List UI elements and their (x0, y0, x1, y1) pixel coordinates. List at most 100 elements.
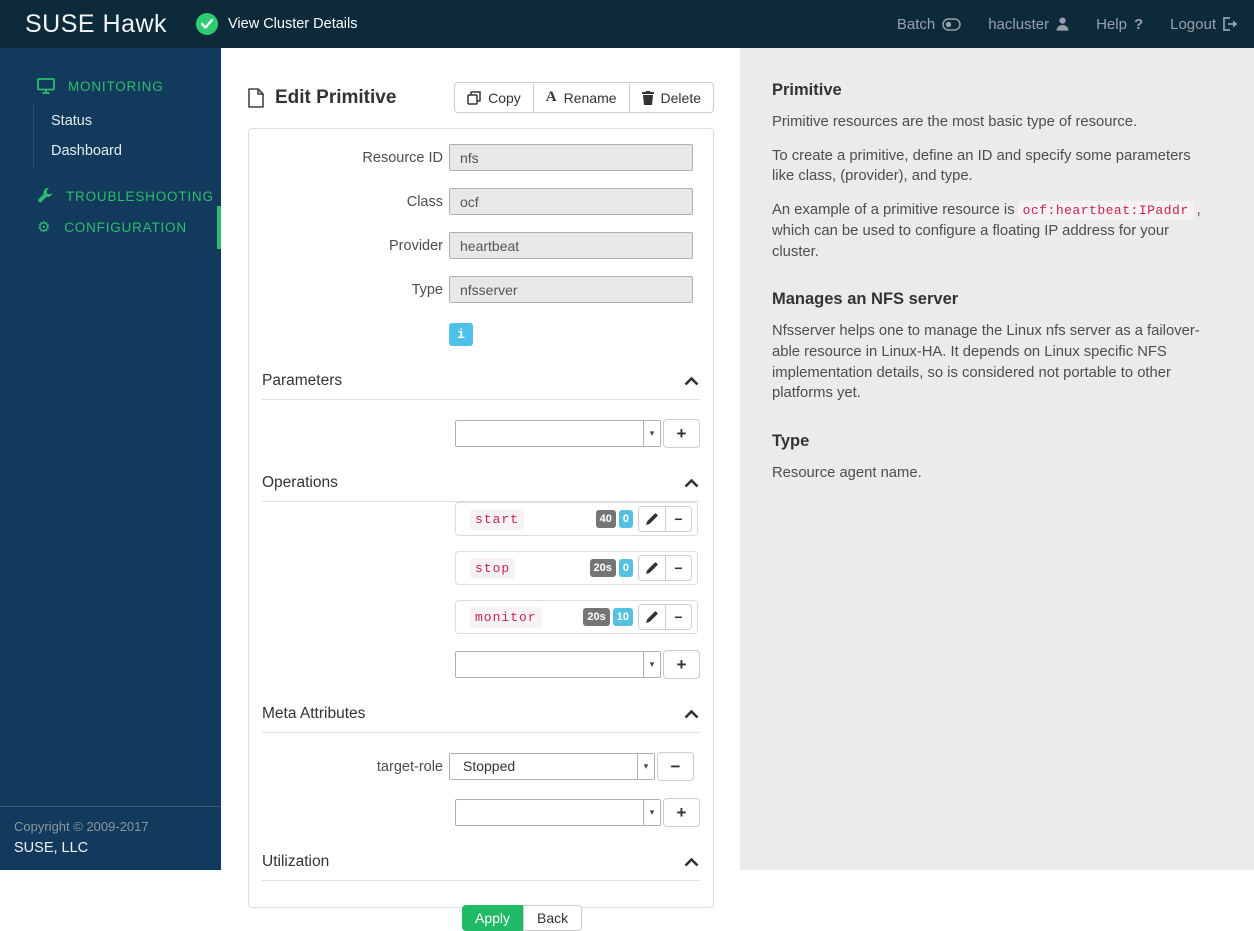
class-input[interactable] (449, 188, 693, 215)
sidebar: MONITORING Status Dashboard TROUBLESHOOT… (0, 48, 221, 870)
caret-down-icon: ▾ (643, 421, 660, 446)
copyright-text: Copyright © 2009-2017 (14, 819, 149, 834)
chevron-up-icon[interactable] (684, 478, 699, 488)
sidebar-item-monitoring[interactable]: MONITORING (0, 70, 221, 102)
company-name: SUSE, LLC (14, 840, 89, 856)
remove-operation-button[interactable]: − (665, 605, 691, 629)
parameters-title: Parameters (262, 372, 343, 389)
sidebar-item-dashboard[interactable]: Dashboard (34, 136, 221, 166)
question-icon: ? (1133, 15, 1144, 33)
meta-attribute-row-target-role: target-role Stopped ▾ − (249, 752, 713, 781)
operation-row-stop: stop 20s 0 − (455, 551, 698, 585)
chevron-up-icon[interactable] (684, 376, 699, 386)
batch-menu-item[interactable]: Batch (897, 16, 961, 33)
operation-select[interactable]: ▾ (455, 651, 661, 678)
help-section-primitive: Primitive Primitive resources are the mo… (772, 81, 1212, 262)
field-label: Resource ID (362, 149, 443, 166)
interval-badge: 0 (618, 510, 633, 528)
add-operation-button[interactable]: + (663, 650, 700, 679)
field-label: Provider (389, 237, 443, 254)
field-row-provider: Provider (249, 232, 713, 259)
apply-button[interactable]: Apply (462, 905, 524, 931)
help-paragraph: An example of a primitive resource is ocf… (772, 200, 1212, 262)
operation-row-monitor: monitor 20s 10 − (455, 600, 698, 634)
user-menu-item[interactable]: hacluster (988, 16, 1069, 33)
info-button[interactable]: i (449, 323, 473, 346)
sidebar-item-label: MONITORING (68, 78, 164, 94)
meta-attributes-section-header: Meta Attributes (262, 705, 699, 733)
meta-attribute-select[interactable]: ▾ (455, 799, 661, 826)
interval-badge: 0 (618, 559, 633, 577)
logout-menu-item[interactable]: Logout (1170, 16, 1238, 33)
rename-icon: A (545, 89, 557, 105)
operation-name: monitor (470, 606, 542, 628)
sidebar-item-status[interactable]: Status (34, 106, 221, 136)
timeout-badge: 20s (589, 559, 616, 577)
remove-meta-attribute-button[interactable]: − (657, 752, 694, 781)
page-layout: MONITORING Status Dashboard TROUBLESHOOT… (0, 48, 1254, 931)
view-cluster-details[interactable]: View Cluster Details (196, 13, 357, 35)
resource-id-input[interactable] (449, 144, 693, 171)
help-paragraph: Primitive resources are the most basic t… (772, 114, 1138, 130)
edit-operation-button[interactable] (639, 507, 665, 531)
sidebar-item-troubleshooting[interactable]: TROUBLESHOOTING (0, 180, 221, 212)
help-section-type: Type Resource agent name. (772, 432, 1212, 484)
sidebar-footer: Copyright © 2009-2017 SUSE, LLC (0, 806, 221, 870)
help-menu-item[interactable]: Help ? (1096, 16, 1143, 33)
caret-down-icon: ▾ (643, 800, 660, 825)
operation-select-value (456, 652, 643, 677)
help-panel: Primitive Primitive resources are the mo… (740, 48, 1254, 870)
add-meta-attribute-row: ▾ + (455, 798, 713, 827)
operation-badges: 40 0 (595, 510, 633, 528)
sidebar-item-label: CONFIGURATION (64, 220, 187, 235)
trash-icon (641, 90, 654, 105)
gear-icon: ⚙ (37, 219, 52, 236)
operation-row-start: start 40 0 − (455, 502, 698, 536)
page-header: Edit Primitive Copy A Rename Delete (248, 82, 714, 113)
caret-down-icon: ▾ (643, 652, 660, 677)
add-meta-attribute-button[interactable]: + (663, 798, 700, 827)
target-role-select[interactable]: Stopped ▾ (449, 753, 655, 780)
remove-operation-button[interactable]: − (665, 556, 691, 580)
chevron-up-icon[interactable] (684, 857, 699, 867)
sidebar-item-configuration[interactable]: ⚙ CONFIGURATION (0, 206, 221, 249)
help-text: An example of a primitive resource is (772, 202, 1015, 219)
top-bar: SUSE Hawk View Cluster Details Batch hac… (0, 0, 1254, 48)
operation-badges: 20s 10 (583, 608, 633, 626)
operations-section-header: Operations (262, 474, 699, 502)
target-role-value: Stopped (463, 758, 516, 774)
operation-buttons: − (638, 506, 692, 532)
provider-input[interactable] (449, 232, 693, 259)
interval-badge: 10 (612, 608, 633, 626)
sidebar-nav: MONITORING Status Dashboard TROUBLESHOOT… (0, 48, 221, 249)
wrench-icon (38, 188, 53, 203)
operation-buttons: − (638, 604, 692, 630)
delete-button[interactable]: Delete (628, 83, 713, 112)
remove-operation-button[interactable]: − (665, 507, 691, 531)
back-button[interactable]: Back (523, 905, 583, 931)
help-paragraph: Nfsserver helps one to manage the Linux … (772, 323, 1200, 402)
field-row-resource-id: Resource ID (249, 144, 713, 171)
rename-button[interactable]: A Rename (532, 83, 629, 112)
copy-button[interactable]: Copy (455, 83, 533, 112)
meta-attributes-title: Meta Attributes (262, 705, 366, 722)
parameter-select[interactable]: ▾ (455, 420, 661, 447)
edit-operation-button[interactable] (639, 605, 665, 629)
type-input[interactable] (449, 276, 693, 303)
chevron-up-icon[interactable] (684, 709, 699, 719)
copy-icon (467, 90, 481, 105)
brand-logo[interactable]: SUSE Hawk (0, 10, 196, 39)
help-title: Type (772, 432, 810, 451)
help-title: Primitive (772, 81, 842, 99)
edit-operation-button[interactable] (639, 556, 665, 580)
field-row-class: Class (249, 188, 713, 215)
utilization-title: Utilization (262, 853, 330, 870)
rename-label: Rename (563, 89, 617, 106)
page-title: Edit Primitive (248, 87, 396, 109)
help-section-nfs: Manages an NFS server Nfsserver helps on… (772, 290, 1212, 404)
batch-label: Batch (896, 15, 936, 33)
resource-toolbar: Copy A Rename Delete (454, 82, 714, 113)
add-parameter-button[interactable]: + (663, 419, 700, 448)
sidebar-item-label: TROUBLESHOOTING (66, 188, 214, 204)
operation-name: stop (470, 557, 516, 579)
